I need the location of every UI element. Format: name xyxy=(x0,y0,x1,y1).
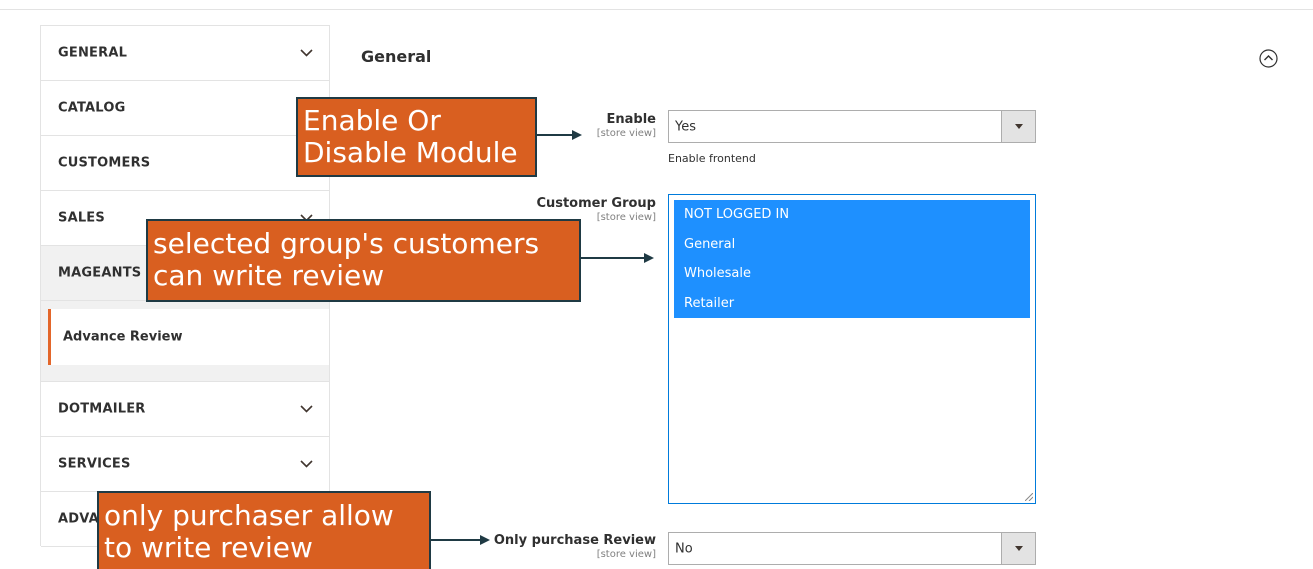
sidebar-item-label: CUSTOMERS xyxy=(58,155,151,171)
enable-scope: [store view] xyxy=(596,128,656,139)
sidebar-item-label: GENERAL xyxy=(58,45,128,61)
dropdown-arrow-icon xyxy=(1001,111,1035,142)
sidebar-item-label: DOTMAILER xyxy=(58,401,146,417)
annotation-customer-group: selected group's customers can write rev… xyxy=(146,219,581,302)
customer-group-option[interactable]: NOT LOGGED IN xyxy=(674,200,1030,230)
annotation-arrow-icon xyxy=(430,535,490,545)
annotation-line: selected group's customers xyxy=(153,227,540,260)
sidebar-subitem-advance-review[interactable]: Advance Review xyxy=(48,309,329,365)
annotation-arrow-icon xyxy=(580,253,654,263)
customer-group-option[interactable]: Wholesale xyxy=(674,259,1030,289)
chevron-down-icon xyxy=(300,405,313,413)
sidebar-item-label: ADVA xyxy=(58,511,99,527)
annotation-purchase: only purchaser allow to write review xyxy=(97,491,431,569)
collapse-section-icon[interactable] xyxy=(1259,49,1278,68)
customer-group-option[interactable]: General xyxy=(674,229,1030,259)
sidebar-item-label: MAGEANTS xyxy=(58,265,142,281)
sidebar-subitem-label: Advance Review xyxy=(63,329,183,345)
sidebar-item-catalog[interactable]: CATALOG xyxy=(41,81,329,136)
customer-group-option[interactable]: Retailer xyxy=(674,288,1030,318)
annotation-line: can write review xyxy=(153,259,385,292)
sidebar-item-label: CATALOG xyxy=(58,100,126,116)
only-purchase-review-select[interactable]: No xyxy=(668,532,1036,565)
sidebar-item-general[interactable]: GENERAL xyxy=(41,26,329,81)
annotation-arrow-icon xyxy=(536,130,582,140)
top-divider xyxy=(0,9,1313,10)
enable-select-value: Yes xyxy=(675,119,696,134)
enable-label-group: Enable [store view] xyxy=(597,112,656,139)
sidebar-item-services[interactable]: SERVICES xyxy=(41,437,329,492)
chevron-down-icon xyxy=(300,460,313,468)
only-purchase-review-select-value: No xyxy=(675,541,693,556)
customer-group-multiselect[interactable]: NOT LOGGED IN General Wholesale Retailer xyxy=(668,194,1036,504)
customer-group-label: Customer Group xyxy=(536,196,656,211)
resize-grip-icon[interactable] xyxy=(1025,493,1033,501)
annotation-line: Enable Or xyxy=(303,104,441,137)
sidebar-item-label: SERVICES xyxy=(58,456,131,472)
section-title[interactable]: General xyxy=(361,47,431,66)
sidebar-item-dotmailer[interactable]: DOTMAILER xyxy=(41,382,329,437)
annotation-line: only purchaser allow xyxy=(104,499,394,532)
dropdown-arrow-icon xyxy=(1001,533,1035,564)
enable-select[interactable]: Yes xyxy=(668,110,1036,143)
sidebar-item-customers[interactable]: CUSTOMERS xyxy=(41,136,329,191)
annotation-enable: Enable Or Disable Module xyxy=(296,97,537,177)
sidebar-submenu-mageants: Advance Review xyxy=(41,301,329,382)
annotation-line: to write review xyxy=(104,531,313,564)
enable-label: Enable xyxy=(606,112,657,127)
enable-note: Enable frontend xyxy=(668,152,756,165)
only-purchase-review-label-group: Only purchase Review [store view] xyxy=(494,533,656,560)
only-purchase-review-scope: [store view] xyxy=(596,549,656,560)
annotation-line: Disable Module xyxy=(303,136,518,169)
only-purchase-review-label: Only purchase Review xyxy=(493,533,656,548)
chevron-down-icon xyxy=(300,49,313,57)
sidebar-item-label: SALES xyxy=(58,210,105,226)
